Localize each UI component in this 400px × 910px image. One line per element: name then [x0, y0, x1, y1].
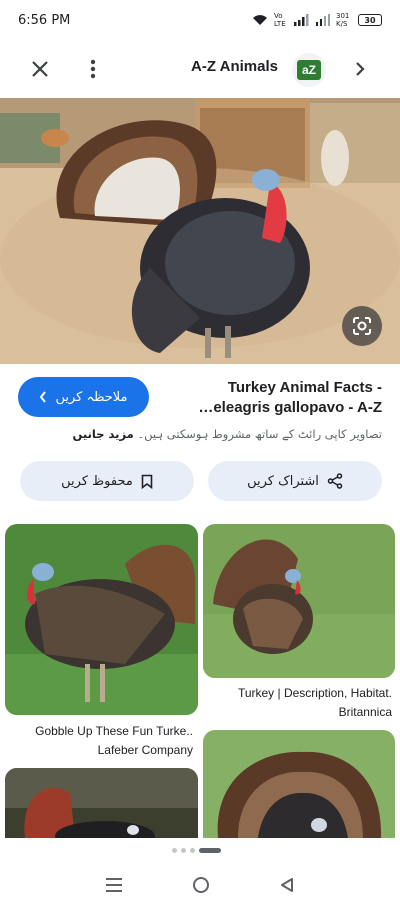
turkey-photo-3 — [5, 768, 198, 838]
source-title[interactable]: A-Z Animals — [191, 58, 278, 75]
page-dot — [172, 848, 177, 853]
related-title-1: Gobble Up These Fun Turke.. — [35, 724, 193, 738]
share-label: اشتراک کریں — [247, 473, 319, 489]
related-image-2[interactable] — [203, 524, 395, 678]
result-title[interactable]: Turkey Animal Facts - …eleagris gallopav… — [172, 378, 382, 418]
bookmark-icon — [141, 474, 153, 489]
copyright-text: تصاویر کاپی رائٹ کے ساتھ مشروط ہوسکتی ہی… — [137, 427, 382, 441]
signal-icon — [294, 14, 309, 26]
result-title-line1: Turkey Animal Facts - — [227, 379, 382, 396]
home-icon — [192, 877, 209, 893]
signal-2-icon — [316, 14, 330, 26]
top-bar: A-Z Animals aZ — [0, 42, 400, 96]
turkey-photo-2 — [203, 524, 395, 678]
wifi-icon — [253, 15, 267, 25]
recents-icon — [105, 878, 122, 892]
related-title-2: Turkey | Description, Habitat. — [237, 686, 392, 700]
turkey-photo-4 — [203, 730, 395, 838]
speed-label: 301 K/S — [336, 12, 350, 28]
related-image-1[interactable] — [5, 524, 198, 715]
result-title-line2: …eleagris gallopavo - A-Z — [198, 399, 382, 416]
hero-image[interactable] — [0, 98, 400, 364]
page-dot — [181, 848, 186, 853]
related-caption-2[interactable]: Turkey | Description, Habitat. Britannic… — [202, 684, 392, 722]
share-button[interactable]: اشتراک کریں — [208, 461, 382, 501]
close-button[interactable] — [20, 49, 60, 89]
learn-more-link[interactable]: مزید جانیں — [73, 427, 134, 441]
more-options-button[interactable] — [73, 49, 113, 89]
related-caption-1[interactable]: Gobble Up These Fun Turke.. Lafeber Comp… — [3, 722, 193, 760]
page-indicator — [172, 848, 221, 853]
related-source-1: Lafeber Company — [97, 743, 193, 757]
lens-button[interactable] — [342, 306, 382, 346]
turkey-photo-1 — [5, 524, 198, 715]
next-result-button[interactable] — [340, 49, 380, 89]
save-label: محفوظ کریں — [61, 473, 133, 489]
network-label: Vo LTE — [274, 12, 286, 28]
system-nav-bar — [0, 864, 400, 910]
related-source-2: Britannica — [338, 705, 392, 719]
source-logo[interactable]: aZ — [292, 53, 326, 87]
lens-icon — [353, 317, 371, 335]
page-dot-active — [199, 848, 221, 853]
status-icons: Vo LTE 301 K/S 30 — [252, 12, 382, 28]
copyright-note: تصاویر کاپی رائٹ کے ساتھ مشروط ہوسکتی ہی… — [18, 427, 382, 441]
az-logo: aZ — [297, 60, 321, 80]
battery-icon: 30 — [358, 14, 382, 26]
home-button[interactable] — [192, 876, 210, 898]
back-button[interactable] — [279, 877, 295, 897]
related-image-3[interactable] — [5, 768, 198, 838]
chevron-left-icon — [40, 391, 47, 403]
status-time: 6:56 PM — [18, 12, 71, 28]
visit-button[interactable]: ملاحظہ کریں — [18, 377, 149, 417]
recents-button[interactable] — [105, 877, 123, 897]
back-icon — [281, 878, 294, 892]
turkey-photo — [0, 98, 400, 364]
more-vert-icon — [90, 59, 96, 79]
related-image-4[interactable] — [203, 730, 395, 838]
chevron-right-icon — [356, 62, 365, 76]
page-dot — [190, 848, 195, 853]
status-bar: 6:56 PM Vo LTE 301 K/S 30 — [0, 0, 400, 40]
close-icon — [32, 61, 48, 77]
share-icon — [327, 473, 343, 489]
save-button[interactable]: محفوظ کریں — [20, 461, 194, 501]
visit-label: ملاحظہ کریں — [55, 389, 128, 405]
